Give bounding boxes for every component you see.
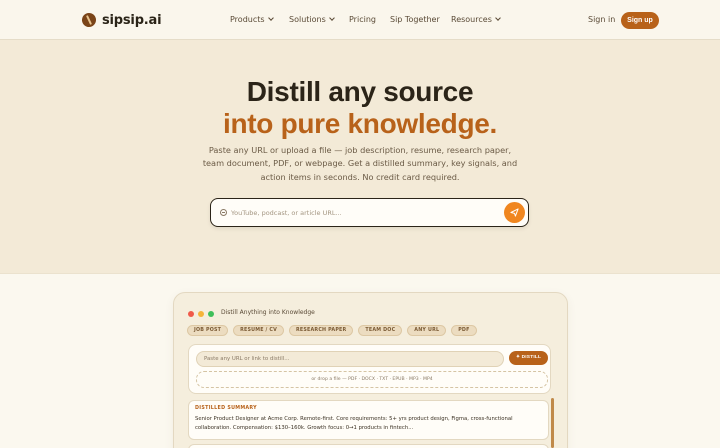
chip-team-doc[interactable]: TEAM DOC <box>358 325 403 336</box>
nav-item-solutions[interactable]: Solutions <box>289 15 335 24</box>
coffee-bean-icon <box>79 10 99 30</box>
chip-job-post[interactable]: JOB POST <box>187 325 229 336</box>
window-close-dot <box>188 311 194 317</box>
brand-logo[interactable]: sipsip.ai <box>79 10 162 30</box>
nav-item-label: Products <box>230 15 265 24</box>
nav-item-resources[interactable]: Resources <box>451 15 501 24</box>
app-preview-window: Distill Anything into Knowledge JOB POST… <box>173 292 568 448</box>
send-button[interactable] <box>504 202 525 223</box>
distilled-summary-card: DISTILLED SUMMARY Senior Product Designe… <box>188 400 549 440</box>
chevron-down-icon <box>328 15 335 21</box>
nav-item-label: Solutions <box>289 15 326 24</box>
scrollbar[interactable] <box>551 398 554 448</box>
distill-url-input[interactable] <box>196 351 504 367</box>
hero-subtitle: Paste any URL or upload a file — job des… <box>202 145 518 182</box>
sign-in-link[interactable]: Sign in <box>588 15 615 24</box>
chevron-down-icon <box>495 15 501 21</box>
brand-name: sipsip.ai <box>102 12 162 28</box>
distill-button-label: DISTILL <box>521 355 542 360</box>
chevron-down-icon <box>267 15 274 21</box>
hero-title-line2: into pure knowledge. <box>222 108 497 139</box>
hero-search-bar <box>210 198 529 227</box>
window-title: Distill Anything into Knowledge <box>221 309 315 316</box>
send-icon <box>510 208 519 217</box>
sign-up-button[interactable]: Sign up <box>621 12 659 29</box>
link-icon <box>220 209 227 216</box>
chip-research-paper[interactable]: RESEARCH PAPER <box>289 325 354 336</box>
source-type-chips: JOB POST RESUME / CV RESEARCH PAPER TEAM… <box>187 325 477 336</box>
chip-resume[interactable]: RESUME / CV <box>233 325 285 336</box>
nav-item-pricing[interactable]: Pricing <box>349 15 376 24</box>
window-maximize-dot <box>208 311 214 317</box>
chip-any-url[interactable]: ANY URL <box>407 325 447 336</box>
window-minimize-dot <box>198 311 204 317</box>
hero-url-input[interactable] <box>231 206 501 219</box>
result-text: Senior Product Designer at Acme Corp. Re… <box>195 416 513 431</box>
nav-item-label: Pricing <box>349 15 376 24</box>
chip-pdf[interactable]: PDF <box>451 325 477 336</box>
nav-item-sip-together[interactable]: Sip Together <box>390 15 440 24</box>
file-drop-zone[interactable]: or drop a file — PDF · DOCX · TXT · EPUB… <box>196 371 548 388</box>
nav-item-products[interactable]: Products <box>230 15 274 24</box>
nav-item-label: Sip Together <box>390 15 440 24</box>
top-nav: sipsip.ai Products Solutions Pricing Sip… <box>0 0 720 40</box>
distill-input-panel: ✦ DISTILL or drop a file — PDF · DOCX · … <box>188 344 551 394</box>
result-label: DISTILLED SUMMARY <box>195 406 257 411</box>
distill-button[interactable]: ✦ DISTILL <box>509 351 548 365</box>
hero-title-line1: Distill any source <box>246 76 474 107</box>
next-result-card <box>188 444 549 448</box>
nav-item-label: Resources <box>451 15 492 24</box>
